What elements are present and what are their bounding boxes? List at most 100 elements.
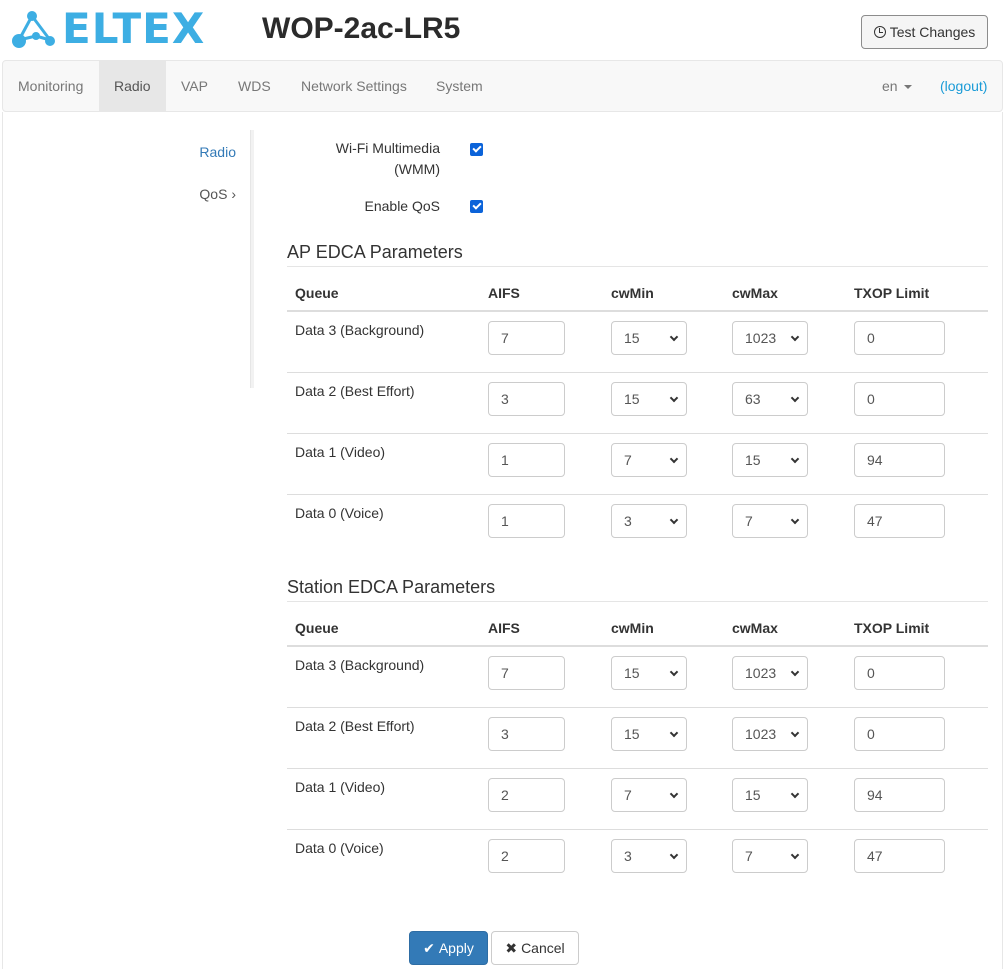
sidebar-item-radio[interactable]: Radio xyxy=(199,144,236,160)
cwmax-select[interactable]: 7 xyxy=(732,504,808,538)
row-divider xyxy=(287,768,988,769)
txop-input[interactable]: 0 xyxy=(854,382,945,416)
txop-input[interactable]: 47 xyxy=(854,839,945,873)
cancel-button[interactable]: ✖ Cancel xyxy=(491,931,579,965)
sidebar-divider xyxy=(250,130,254,388)
cwmax-select[interactable]: 1023 xyxy=(732,717,808,751)
aifs-input[interactable]: 2 xyxy=(488,839,565,873)
enable-qos-label: Enable QoS xyxy=(364,198,441,214)
cwmin-value: 15 xyxy=(624,726,640,742)
nav-vap[interactable]: VAP xyxy=(166,61,223,111)
eltex-logo-icon xyxy=(12,11,55,48)
device-title: WOP-2ac-LR5 xyxy=(262,12,461,45)
cwmax-value: 1023 xyxy=(745,665,777,681)
aifs-input[interactable]: 3 xyxy=(488,717,565,751)
chevron-down-icon xyxy=(669,850,679,860)
row-divider xyxy=(287,433,988,434)
checkmark-icon: ✔ xyxy=(423,939,435,956)
cwmin-select[interactable]: 15 xyxy=(611,382,687,416)
sidebar-item-qos[interactable]: QoS › xyxy=(199,186,236,202)
cwmax-value: 1023 xyxy=(745,726,777,742)
row-divider xyxy=(287,829,988,830)
queue-name: Data 0 (Voice) xyxy=(295,840,384,856)
chevron-down-icon xyxy=(790,728,800,738)
queue-name: Data 3 (Background) xyxy=(295,322,425,338)
table-header-divider xyxy=(287,645,988,647)
txop-input[interactable]: 94 xyxy=(854,778,945,812)
chevron-down-icon xyxy=(669,454,679,464)
aifs-input[interactable]: 1 xyxy=(488,443,565,477)
nav-system[interactable]: System xyxy=(421,61,498,111)
aifs-input[interactable]: 2 xyxy=(488,778,565,812)
table-header-divider xyxy=(287,310,988,312)
logout-link[interactable]: (logout) xyxy=(940,61,987,111)
chevron-down-icon xyxy=(790,515,800,525)
txop-input[interactable]: 0 xyxy=(854,717,945,751)
nav-radio[interactable]: Radio xyxy=(99,61,166,111)
wmm-label-line2: (WMM) xyxy=(394,161,440,177)
cwmax-header: cwMax xyxy=(732,285,778,301)
cwmin-select[interactable]: 15 xyxy=(611,717,687,751)
txop-input[interactable]: 0 xyxy=(854,321,945,355)
queue-name: Data 0 (Voice) xyxy=(295,505,384,521)
aifs-input[interactable]: 7 xyxy=(488,656,565,690)
page-border-right xyxy=(1002,112,1003,969)
header: ELTEX WOP-2ac-LR5 Test Changes xyxy=(0,0,1005,60)
chevron-down-icon xyxy=(790,789,800,799)
cwmax-select[interactable]: 1023 xyxy=(732,656,808,690)
cwmax-select[interactable]: 15 xyxy=(732,778,808,812)
cwmin-select[interactable]: 3 xyxy=(611,839,687,873)
cwmax-header: cwMax xyxy=(732,620,778,636)
queue-name: Data 3 (Background) xyxy=(295,657,425,673)
clock-icon xyxy=(873,26,886,38)
row-divider xyxy=(287,372,988,373)
aifs-input[interactable]: 7 xyxy=(488,321,565,355)
cwmin-value: 7 xyxy=(624,452,632,468)
cwmax-select[interactable]: 1023 xyxy=(732,321,808,355)
cwmin-value: 15 xyxy=(624,391,640,407)
page-border-left xyxy=(2,112,3,969)
test-changes-label: Test Changes xyxy=(889,24,976,40)
cwmax-value: 15 xyxy=(745,452,761,468)
wmm-checkbox[interactable] xyxy=(470,143,483,156)
cwmin-select[interactable]: 7 xyxy=(611,443,687,477)
cwmax-select[interactable]: 7 xyxy=(732,839,808,873)
wmm-label-line1: Wi-Fi Multimedia xyxy=(335,140,440,156)
cwmin-select[interactable]: 3 xyxy=(611,504,687,538)
caret-down-icon xyxy=(903,85,912,90)
chevron-down-icon xyxy=(669,515,679,525)
eltex-logo: ELTEX xyxy=(10,3,206,53)
aifs-input[interactable]: 1 xyxy=(488,504,565,538)
ap-edca-title: AP EDCA Parameters xyxy=(287,242,463,262)
logo-text: ELTEX xyxy=(62,3,206,53)
cwmax-value: 15 xyxy=(745,787,761,803)
cwmin-value: 15 xyxy=(624,665,640,681)
nav-monitoring[interactable]: Monitoring xyxy=(3,61,98,111)
section-divider xyxy=(287,266,988,267)
nav-network-settings[interactable]: Network Settings xyxy=(286,61,422,111)
cwmin-value: 7 xyxy=(624,787,632,803)
aifs-header: AIFS xyxy=(488,285,520,301)
cwmin-select[interactable]: 7 xyxy=(611,778,687,812)
cwmax-select[interactable]: 63 xyxy=(732,382,808,416)
cwmin-select[interactable]: 15 xyxy=(611,656,687,690)
queue-header: Queue xyxy=(295,285,339,301)
chevron-down-icon xyxy=(790,393,800,403)
aifs-header: AIFS xyxy=(488,620,520,636)
cwmin-select[interactable]: 15 xyxy=(611,321,687,355)
chevron-down-icon xyxy=(669,667,679,677)
txop-input[interactable]: 94 xyxy=(854,443,945,477)
nav-wds[interactable]: WDS xyxy=(223,61,286,111)
apply-button[interactable]: ✔ Apply xyxy=(409,931,488,965)
language-dropdown[interactable]: en xyxy=(868,61,926,111)
cwmax-select[interactable]: 15 xyxy=(732,443,808,477)
cwmin-value: 15 xyxy=(624,330,640,346)
txop-input[interactable]: 47 xyxy=(854,504,945,538)
aifs-input[interactable]: 3 xyxy=(488,382,565,416)
cwmax-value: 7 xyxy=(745,848,753,864)
txop-input[interactable]: 0 xyxy=(854,656,945,690)
enable-qos-checkbox[interactable] xyxy=(470,200,483,213)
queue-name: Data 2 (Best Effort) xyxy=(295,718,415,734)
test-changes-button[interactable]: Test Changes xyxy=(861,15,988,49)
cwmax-value: 7 xyxy=(745,513,753,529)
